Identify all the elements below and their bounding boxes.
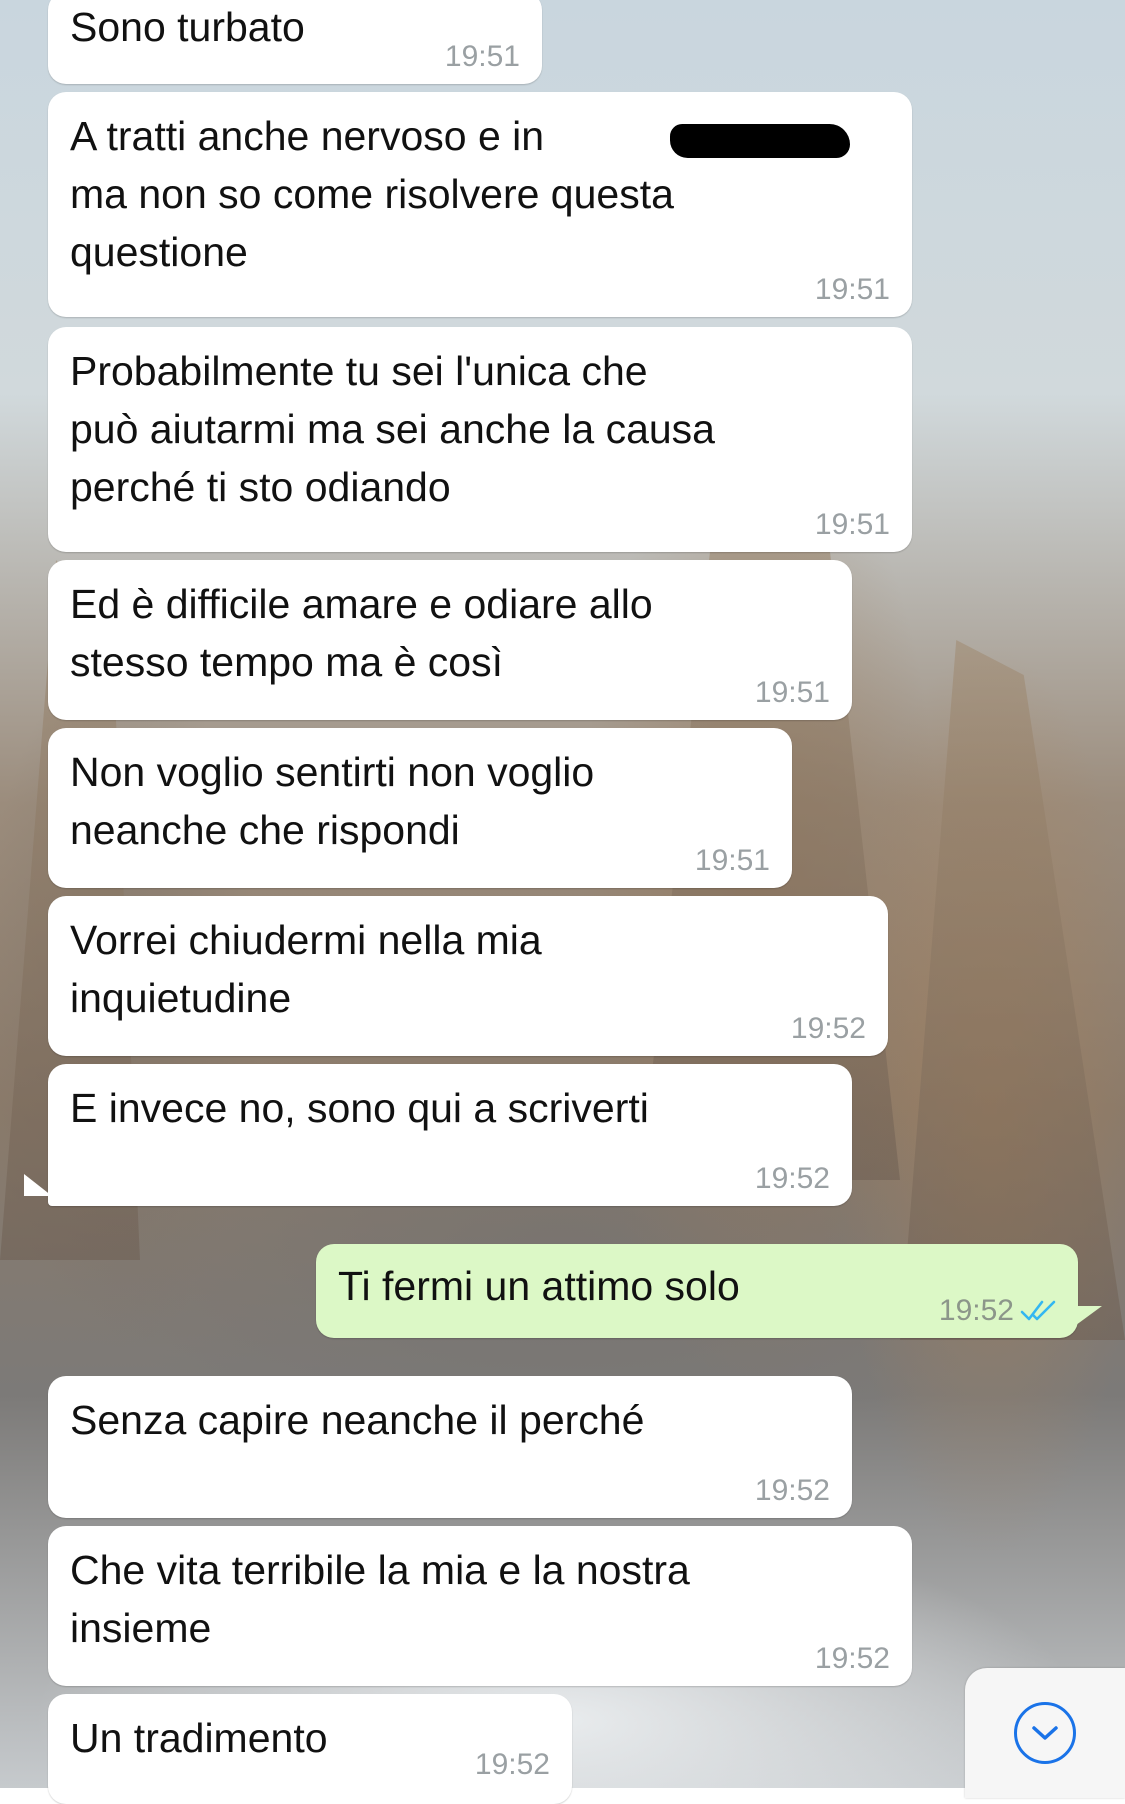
message-timestamp: 19:52 [814,1642,890,1675]
bubble-tail [1072,1306,1102,1328]
message-timestamp: 19:51 [814,273,890,306]
message-bubble-incoming[interactable]: Probabilmente tu sei l'unica che può aiu… [48,327,912,552]
message-bubble-incoming[interactable]: Ed è difficile amare e odiare allo stess… [48,560,852,720]
message-bubble-outgoing[interactable]: Ti fermi un attimo solo 19:52 [316,1244,1078,1338]
message-text: Non voglio sentirti non voglio neanche c… [70,749,595,853]
message-timestamp: 19:52 [754,1474,830,1507]
chevron-down-icon [1032,1726,1058,1740]
message-timestamp: 19:51 [444,40,520,73]
message-timestamp: 19:52 [754,1162,830,1195]
bubble-tail [24,1174,52,1196]
redaction-mark [670,124,850,158]
message-bubble-incoming[interactable]: Vorrei chiudermi nella mia inquietudine … [48,896,888,1056]
message-text: Che vita terribile la mia e la nostra in… [70,1547,690,1651]
message-timestamp: 19:51 [694,844,770,877]
message-text: Senza capire neanche il perché [70,1397,645,1443]
read-receipt-icon [1020,1300,1056,1321]
message-timestamp: 19:51 [754,676,830,709]
message-bubble-incoming[interactable]: Sono turbato 19:51 [48,0,542,84]
message-timestamp: 19:52 [938,1294,1014,1327]
message-timestamp: 19:51 [814,508,890,541]
message-text: Probabilmente tu sei l'unica che può aiu… [70,348,715,510]
scroll-to-bottom-button[interactable] [965,1668,1125,1798]
message-bubble-incoming[interactable]: Non voglio sentirti non voglio neanche c… [48,728,792,888]
message-bubble-incoming[interactable]: E invece no, sono qui a scriverti 19:52 [48,1064,852,1206]
chevron-down-circle-icon [1014,1702,1076,1764]
message-timestamp: 19:52 [790,1012,866,1045]
message-bubble-incoming[interactable]: Che vita terribile la mia e la nostra in… [48,1526,912,1686]
message-bubble-incoming[interactable]: Senza capire neanche il perché 19:52 [48,1376,852,1518]
message-text: E invece no, sono qui a scriverti [70,1085,649,1131]
message-timestamp: 19:52 [474,1748,550,1781]
message-text: Vorrei chiudermi nella mia inquietudine [70,917,542,1021]
message-text: Ed è difficile amare e odiare allo stess… [70,581,653,685]
